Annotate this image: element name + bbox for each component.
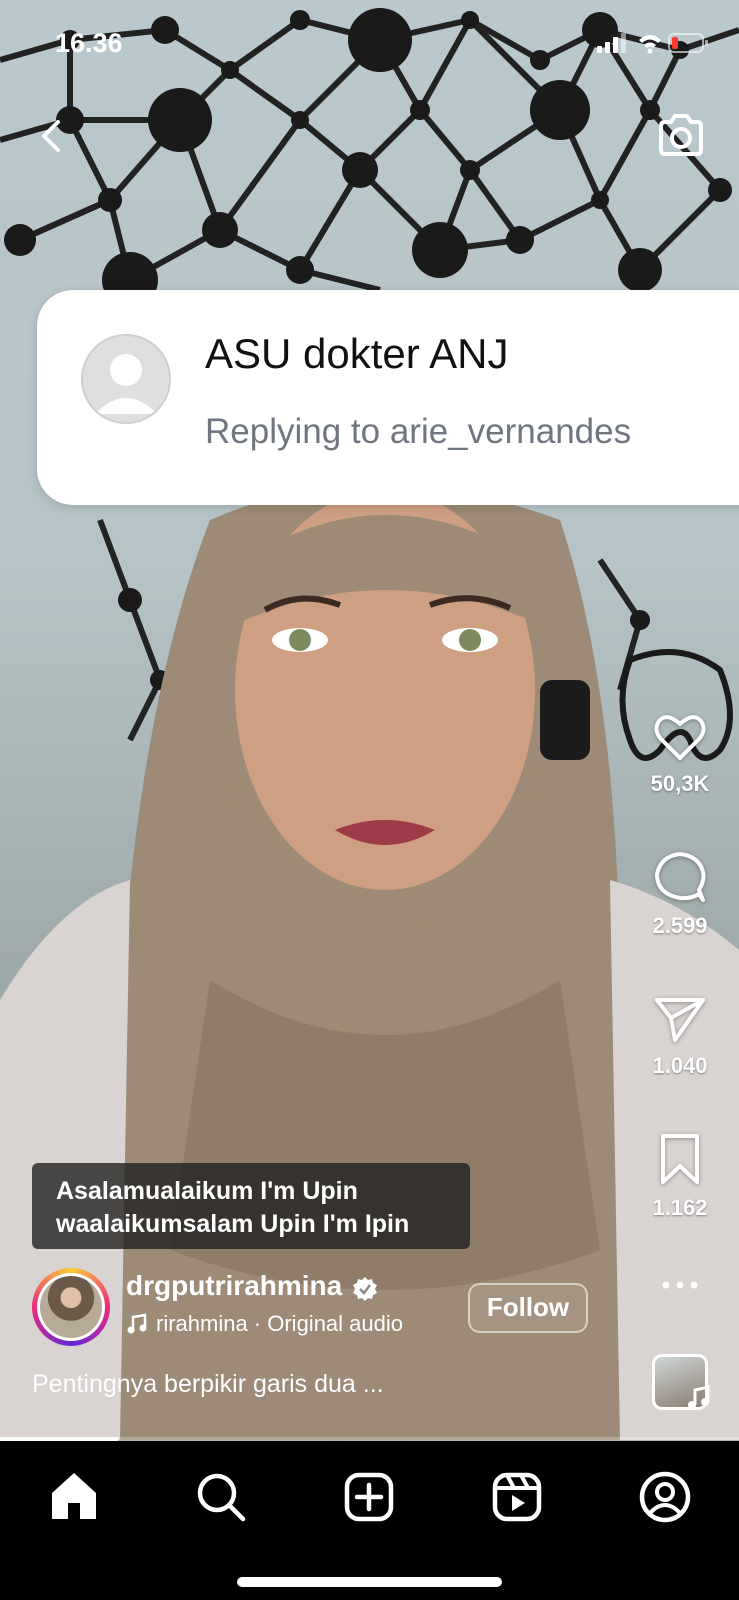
share-count: 1.040 <box>652 1053 708 1078</box>
like-count: 50,3K <box>650 771 710 796</box>
home-indicator <box>237 1577 502 1587</box>
chevron-left-icon <box>42 120 60 152</box>
nav-search[interactable] <box>191 1467 251 1527</box>
comment-icon <box>655 852 706 902</box>
signal-icon <box>597 33 626 53</box>
default-avatar-icon <box>95 354 157 414</box>
audio-info[interactable]: rirahmina · Original audio <box>126 1311 403 1337</box>
bookmark-icon <box>661 1134 699 1184</box>
back-button[interactable] <box>30 112 78 160</box>
author-avatar[interactable] <box>32 1268 110 1346</box>
follow-button[interactable]: Follow <box>468 1283 588 1333</box>
send-icon <box>655 998 705 1042</box>
reels-icon <box>492 1472 542 1522</box>
reels-screen: 16.36 ASU dokter ANJ Replying to arie_ve… <box>0 0 739 1600</box>
search-icon <box>197 1473 246 1522</box>
camera-button[interactable] <box>655 110 707 162</box>
profile-icon <box>639 1471 691 1523</box>
more-button[interactable] <box>660 1278 700 1292</box>
comment-count: 2.599 <box>652 913 708 938</box>
avatar <box>81 334 171 424</box>
create-icon <box>344 1472 394 1522</box>
status-icons <box>597 30 709 61</box>
music-note-icon <box>127 1313 147 1334</box>
author-username[interactable]: drgputrirahmina <box>126 1270 342 1302</box>
nav-create[interactable] <box>339 1467 399 1527</box>
nav-profile[interactable] <box>635 1467 695 1527</box>
caption-line-1: Asalamualaikum I'm Upin <box>56 1177 358 1205</box>
more-icon <box>662 1281 698 1289</box>
share-button[interactable]: 1.040 <box>630 994 730 1079</box>
save-count: 1.162 <box>652 1195 708 1220</box>
video-caption: Asalamualaikum I'm Upin waalaikumsalam U… <box>32 1163 470 1249</box>
home-icon <box>52 1473 96 1519</box>
reply-subtitle: Replying to arie_vernandes <box>205 412 632 451</box>
save-button[interactable]: 1.162 <box>630 1132 730 1221</box>
verified-badge-icon <box>353 1277 377 1301</box>
comment-button[interactable]: 2.599 <box>630 850 730 939</box>
battery-icon <box>668 33 708 53</box>
reply-card[interactable]: ASU dokter ANJ Replying to arie_vernande… <box>37 290 739 505</box>
post-description[interactable]: Pentingnya berpikir garis dua ... <box>32 1370 384 1399</box>
status-bar: 16.36 <box>0 0 739 90</box>
audio-label: rirahmina · Original audio <box>156 1311 403 1336</box>
nav-home[interactable] <box>44 1467 104 1527</box>
wifi-icon <box>639 35 661 54</box>
music-note-icon <box>688 1385 710 1409</box>
heart-icon <box>654 715 706 760</box>
like-button[interactable]: 50,3K <box>630 712 730 797</box>
caption-line-2: waalaikumsalam Upin I'm Ipin <box>56 1210 410 1238</box>
reply-comment-text: ASU dokter ANJ <box>205 330 509 377</box>
camera-icon <box>659 114 703 156</box>
nav-reels[interactable] <box>487 1467 547 1527</box>
status-time: 16.36 <box>55 28 123 58</box>
